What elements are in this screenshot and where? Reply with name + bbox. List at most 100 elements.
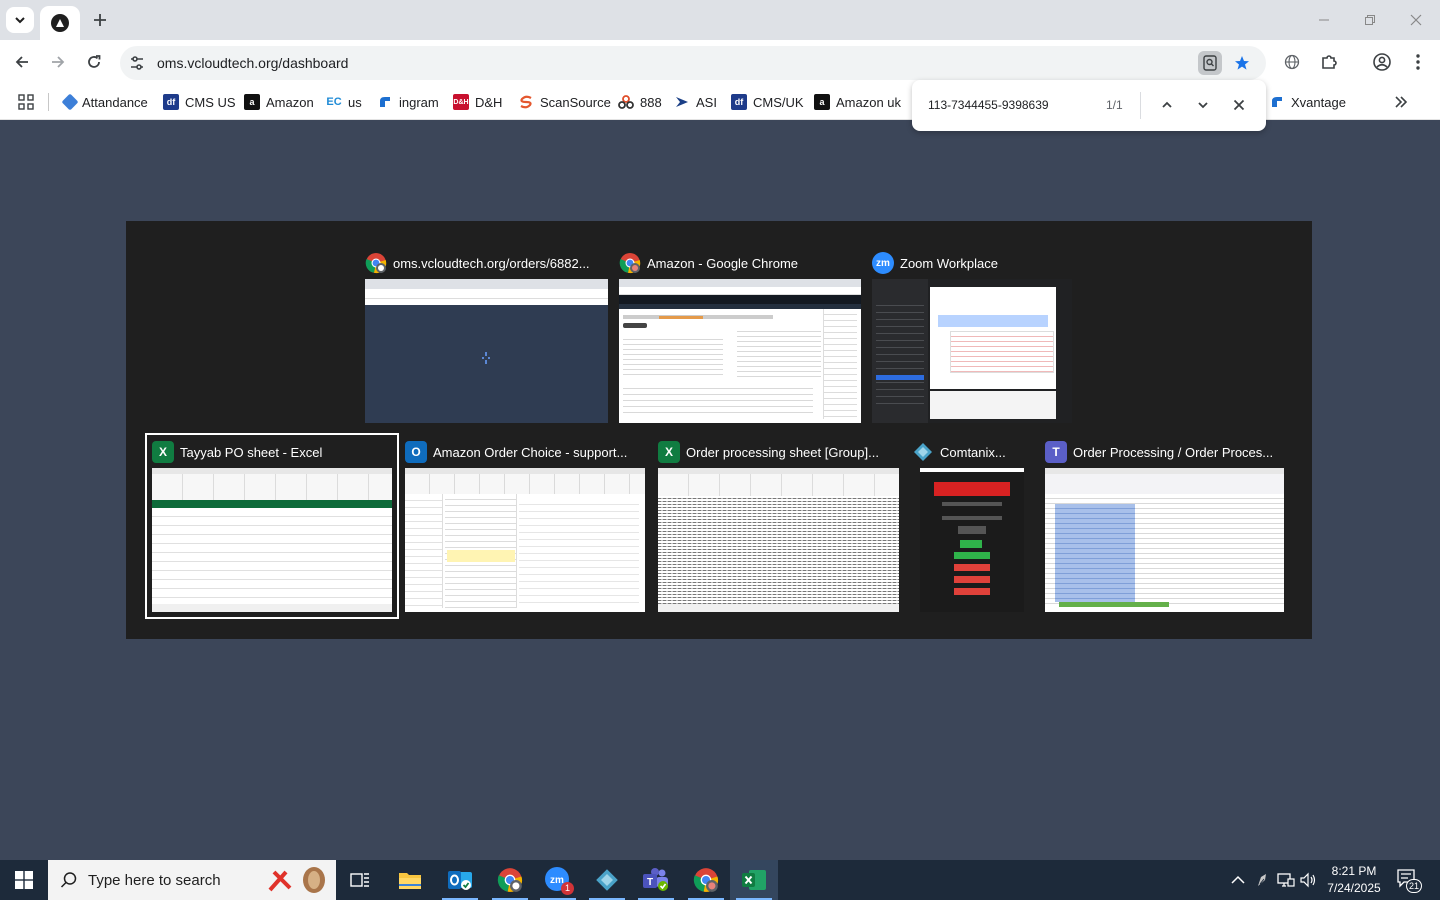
network-button[interactable]	[1276, 870, 1296, 890]
switcher-window-teams[interactable]: T Order Processing / Order Proces...	[1045, 440, 1284, 612]
chrome-menu-button[interactable]	[1406, 50, 1430, 74]
bookmark-attandance[interactable]: Attandance	[61, 91, 148, 113]
bookmark-ingram[interactable]: ingram	[377, 91, 439, 113]
df-icon: df	[163, 94, 179, 110]
bookmark-amazon-uk[interactable]: a Amazon uk	[814, 91, 901, 113]
bookmark-xvantage[interactable]: Xvantage	[1269, 91, 1346, 113]
file-explorer-button[interactable]	[386, 860, 434, 900]
close-window-button[interactable]	[1404, 8, 1428, 32]
zoom-taskbar-button[interactable]: zm 1	[534, 860, 582, 900]
minimize-button[interactable]	[1312, 8, 1336, 32]
bookmark-cms-us[interactable]: df CMS US	[163, 91, 236, 113]
bookmark-scansource[interactable]: ScanSource	[518, 91, 611, 113]
find-input[interactable]: 113-7344455-9398639	[928, 98, 1049, 112]
comtanix-icon	[912, 441, 934, 463]
find-result-count: 1/1	[1106, 98, 1123, 112]
active-tab[interactable]	[40, 6, 80, 40]
window-header: Comtanix...	[912, 440, 1024, 464]
bookmark-label: D&H	[475, 94, 503, 110]
window-title: Comtanix...	[940, 444, 1006, 460]
bookmark-star-button[interactable]	[1230, 51, 1254, 75]
show-hidden-icons-button[interactable]	[1228, 870, 1248, 890]
pen-icon	[1258, 874, 1266, 886]
tray-app-button[interactable]	[1253, 870, 1273, 890]
find-next-button[interactable]	[1192, 94, 1214, 116]
outlook-icon	[448, 871, 472, 890]
switcher-window-comtanix[interactable]: Comtanix...	[912, 440, 1024, 612]
excel-icon	[742, 870, 766, 890]
task-switcher: oms.vcloudtech.org/orders/6882... Amazon…	[126, 221, 1312, 639]
back-button[interactable]	[8, 48, 36, 76]
tab-search-button[interactable]	[6, 7, 34, 33]
ec-icon: EC	[326, 96, 342, 108]
bookmark-dh[interactable]: D&H D&H	[453, 91, 502, 113]
search-placeholder: Type here to search	[88, 872, 221, 889]
bookmark-asi[interactable]: ASI	[674, 91, 717, 113]
site-info-icon[interactable]	[128, 54, 146, 72]
find-bar: 113-7344455-9398639 1/1	[912, 80, 1266, 131]
excel-taskbar-button[interactable]	[730, 860, 778, 900]
bookmark-us[interactable]: EC us	[326, 91, 361, 113]
chrome-icon	[497, 868, 523, 892]
bookmark-label: Amazon	[266, 94, 314, 110]
search-icon	[60, 872, 77, 888]
window-title: Amazon - Google Chrome	[647, 255, 799, 271]
bookmark-cms-uk[interactable]: df CMS/UK	[731, 91, 804, 113]
window-title: oms.vcloudtech.org/orders/6882...	[393, 255, 590, 271]
forward-button[interactable]	[44, 48, 72, 76]
task-view-button[interactable]	[336, 860, 384, 900]
bookmark-888[interactable]: 888	[618, 91, 662, 113]
find-previous-button[interactable]	[1156, 94, 1178, 116]
clock-time: 8:21 PM	[1331, 864, 1377, 878]
search-highlight-icon	[268, 867, 325, 893]
chevron-down-icon	[1198, 102, 1208, 109]
url-text[interactable]: oms.vcloudtech.org/dashboard	[157, 55, 348, 71]
reload-button[interactable]	[80, 48, 108, 76]
window-title: Zoom Workplace	[900, 255, 999, 271]
window-title: Order processing sheet [Group]...	[686, 444, 879, 460]
diamond-icon	[61, 93, 79, 111]
chrome-profile2-taskbar-button[interactable]	[682, 860, 730, 900]
start-button[interactable]	[0, 860, 48, 900]
address-bar[interactable]: oms.vcloudtech.org/dashboard	[120, 46, 1266, 80]
taskbar-clock[interactable]: 8:21 PM 7/24/2025	[1320, 863, 1388, 897]
bookmarks-overflow-button[interactable]	[1394, 91, 1414, 113]
switcher-window-oms-orders[interactable]: oms.vcloudtech.org/orders/6882...	[365, 251, 608, 423]
reload-icon	[88, 55, 101, 68]
zoom-icon: zm	[872, 252, 894, 274]
window-header: oms.vcloudtech.org/orders/6882...	[365, 251, 608, 275]
window-title: Tayyab PO sheet - Excel	[180, 444, 323, 460]
switcher-window-zoom[interactable]: zm Zoom Workplace	[872, 251, 1072, 423]
close-icon	[1410, 14, 1422, 26]
ingram-icon	[377, 94, 393, 110]
new-tab-button[interactable]	[88, 8, 112, 32]
globe-icon	[1284, 54, 1300, 70]
bookmark-label: Amazon uk	[836, 94, 902, 110]
outlook-icon: O	[405, 441, 427, 463]
apps-grid-icon[interactable]	[16, 92, 36, 112]
restore-button[interactable]	[1358, 8, 1382, 32]
teams-taskbar-button[interactable]: T	[632, 860, 680, 900]
switcher-window-order-processing-sheet[interactable]: X Order processing sheet [Group]...	[658, 440, 899, 612]
comtanix-icon	[596, 869, 618, 891]
find-close-button[interactable]	[1228, 94, 1250, 116]
profile-button[interactable]	[1370, 50, 1394, 74]
find-in-page-button[interactable]	[1198, 51, 1222, 75]
extensions-button[interactable]	[1317, 50, 1341, 74]
switcher-window-tayyab-po-sheet[interactable]: X Tayyab PO sheet - Excel	[145, 433, 399, 619]
chrome-taskbar-button[interactable]	[486, 860, 534, 900]
switcher-window-amazon-chrome[interactable]: Amazon - Google Chrome	[619, 251, 861, 423]
notification-center-button[interactable]: 21	[1396, 868, 1424, 894]
loading-spinner-icon	[482, 352, 490, 364]
notification-count-badge: 21	[1406, 879, 1423, 893]
volume-button[interactable]	[1299, 870, 1319, 890]
close-icon	[1233, 99, 1245, 111]
profile-icon	[1373, 53, 1391, 71]
bookmark-amazon[interactable]: a Amazon	[244, 91, 314, 113]
plus-icon	[94, 14, 106, 26]
comtanix-taskbar-button[interactable]	[583, 860, 631, 900]
window-thumbnail	[920, 468, 1024, 612]
switcher-window-outlook[interactable]: O Amazon Order Choice - support...	[405, 440, 645, 612]
translate-button[interactable]	[1280, 50, 1304, 74]
outlook-taskbar-button[interactable]	[436, 860, 484, 900]
